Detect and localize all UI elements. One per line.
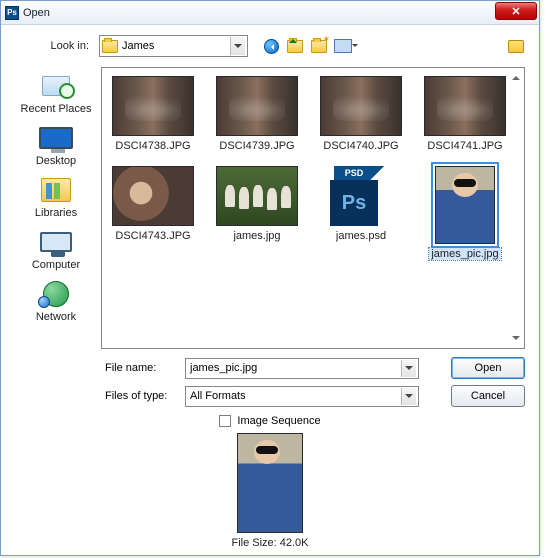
file-label: james_pic.jpg [429, 248, 500, 260]
psd-file-icon: PSD Ps [320, 166, 402, 226]
look-in-label: Look in: [15, 40, 93, 52]
file-item-selected[interactable]: james_pic.jpg [422, 166, 508, 260]
sidebar-item-recent-places[interactable]: Recent Places [21, 71, 92, 115]
computer-icon [40, 232, 72, 252]
file-item[interactable]: PSD Ps james.psd [318, 166, 404, 260]
back-arrow-icon [264, 39, 279, 54]
sidebar-item-label: Libraries [35, 207, 77, 219]
look-in-combo[interactable]: James [99, 35, 248, 57]
sidebar-item-computer[interactable]: Computer [32, 227, 80, 271]
file-label: DSCI4743.JPG [115, 230, 190, 242]
titlebar: Ps Open ✕ [1, 1, 539, 25]
back-button[interactable] [262, 37, 280, 55]
places-sidebar: Recent Places Desktop Libraries Computer… [15, 67, 97, 349]
cancel-button[interactable]: Cancel [451, 385, 525, 407]
file-label: james.psd [336, 230, 386, 242]
file-label: james.jpg [233, 230, 280, 242]
page-fold-icon [370, 166, 384, 180]
sidebar-item-label: Network [36, 311, 76, 323]
view-menu-button[interactable] [334, 37, 352, 55]
files-of-type-label: Files of type: [103, 390, 179, 402]
dialog-title: Open [23, 7, 495, 19]
chevron-down-icon[interactable] [401, 360, 416, 377]
desktop-icon [39, 127, 73, 149]
chevron-down-icon[interactable] [230, 37, 245, 55]
file-item[interactable]: DSCI4739.JPG [214, 76, 300, 152]
close-button[interactable]: ✕ [495, 2, 537, 20]
chevron-down-icon[interactable] [401, 388, 416, 405]
file-name-label: File name: [103, 362, 179, 374]
thumbnail-icon [112, 166, 194, 226]
scroll-up-icon[interactable] [512, 72, 520, 80]
libraries-icon [41, 178, 71, 202]
folder-icon [102, 40, 118, 53]
files-of-type-value: All Formats [190, 390, 246, 402]
file-name-input[interactable]: james_pic.jpg [185, 358, 419, 379]
look-in-value: James [122, 40, 154, 52]
psd-badge: PSD [334, 166, 374, 180]
file-label: DSCI4739.JPG [219, 140, 294, 152]
close-icon: ✕ [511, 5, 520, 18]
preview-area: File Size: 42.0K [15, 433, 525, 549]
folder-up-icon [287, 40, 303, 53]
image-sequence-checkbox[interactable] [219, 415, 231, 427]
file-item[interactable]: DSCI4740.JPG [318, 76, 404, 152]
sidebar-item-libraries[interactable]: Libraries [35, 175, 77, 219]
file-label: DSCI4740.JPG [323, 140, 398, 152]
file-size-label: File Size: 42.0K [231, 537, 308, 549]
file-list-pane[interactable]: DSCI4738.JPG DSCI4739.JPG DSCI4740.JPG D… [101, 67, 525, 349]
photoshop-app-icon: Ps [5, 6, 19, 20]
file-item[interactable]: DSCI4738.JPG [110, 76, 196, 152]
file-label: DSCI4741.JPG [427, 140, 502, 152]
sidebar-item-label: Computer [32, 259, 80, 271]
network-icon [43, 281, 69, 307]
favorites-icon [508, 40, 524, 53]
file-item[interactable]: DSCI4743.JPG [110, 166, 196, 260]
up-one-level-button[interactable] [286, 37, 304, 55]
thumbnail-icon [435, 166, 495, 244]
sidebar-item-label: Desktop [36, 155, 76, 167]
open-button-label: Open [475, 362, 502, 374]
sidebar-item-network[interactable]: Network [36, 279, 76, 323]
file-label: DSCI4738.JPG [115, 140, 190, 152]
file-item[interactable]: james.jpg [214, 166, 300, 260]
thumbnail-icon [216, 76, 298, 136]
cancel-button-label: Cancel [471, 390, 505, 402]
file-item[interactable]: DSCI4741.JPG [422, 76, 508, 152]
thumbnail-icon [424, 76, 506, 136]
favorites-button[interactable] [507, 37, 525, 55]
thumbnail-icon [112, 76, 194, 136]
thumbnail-icon [320, 76, 402, 136]
recent-places-icon [42, 76, 70, 96]
create-new-folder-button[interactable] [310, 37, 328, 55]
psd-logo: Ps [330, 180, 378, 226]
sidebar-item-label: Recent Places [21, 103, 92, 115]
thumbnail-icon [216, 166, 298, 226]
sidebar-item-desktop[interactable]: Desktop [36, 123, 76, 167]
view-menu-icon [334, 39, 352, 53]
files-of-type-combo[interactable]: All Formats [185, 386, 419, 407]
preview-thumbnail [237, 433, 303, 533]
open-button[interactable]: Open [451, 357, 525, 379]
open-file-dialog: Ps Open ✕ Look in: James [0, 0, 540, 556]
new-folder-icon [311, 40, 327, 53]
scroll-down-icon[interactable] [512, 336, 520, 344]
image-sequence-label: Image Sequence [237, 415, 320, 427]
file-name-value: james_pic.jpg [190, 362, 257, 374]
